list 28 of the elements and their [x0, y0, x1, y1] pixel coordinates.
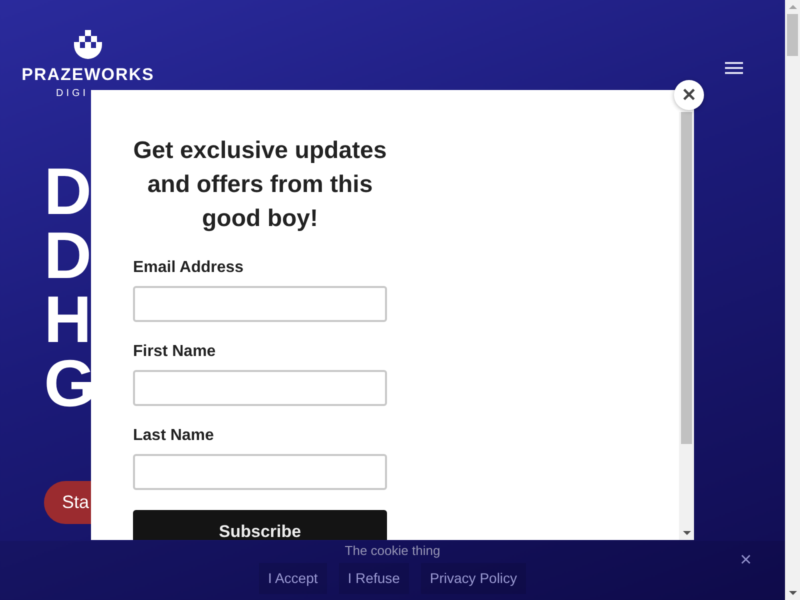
- logo-icon: [73, 30, 103, 62]
- hero-heading-letter: D: [44, 223, 92, 287]
- hero-heading-letter: G: [44, 351, 96, 415]
- close-button[interactable]: ×: [736, 545, 756, 575]
- scroll-up-arrow-icon[interactable]: [789, 5, 797, 9]
- cookie-message: The cookie thing: [344, 543, 440, 559]
- hero-heading-letter: H: [44, 287, 92, 351]
- cookie-button[interactable]: I Refuse: [338, 563, 409, 594]
- subscribe-button[interactable]: Subscribe: [133, 510, 387, 540]
- field-label: Email Address: [133, 258, 245, 278]
- input-field[interactable]: [133, 370, 387, 406]
- input-field[interactable]: [133, 454, 387, 490]
- scrollbar-thumb[interactable]: [787, 14, 798, 56]
- modal-scrollbar[interactable]: [679, 112, 694, 540]
- close-button[interactable]: ✕: [674, 80, 704, 110]
- cookie-button[interactable]: I Accept: [258, 563, 327, 594]
- field-label: First Name: [133, 342, 217, 362]
- input-field[interactable]: [133, 286, 387, 322]
- scrollbar-thumb[interactable]: [681, 112, 692, 444]
- scroll-down-arrow-icon[interactable]: [789, 591, 797, 595]
- page-scrollbar[interactable]: [785, 0, 800, 600]
- scroll-down-arrow-icon[interactable]: [683, 531, 691, 535]
- cookie-button[interactable]: Privacy Policy: [420, 563, 526, 594]
- hero-heading-letter: D: [44, 159, 92, 223]
- field-label: Last Name: [133, 426, 215, 446]
- logo-tagline: DIGI: [56, 89, 89, 99]
- modal-title: Get exclusive updates and offers from this good boy!: [133, 136, 387, 234]
- logo-wordmark: PRAZEWORKS: [22, 66, 154, 83]
